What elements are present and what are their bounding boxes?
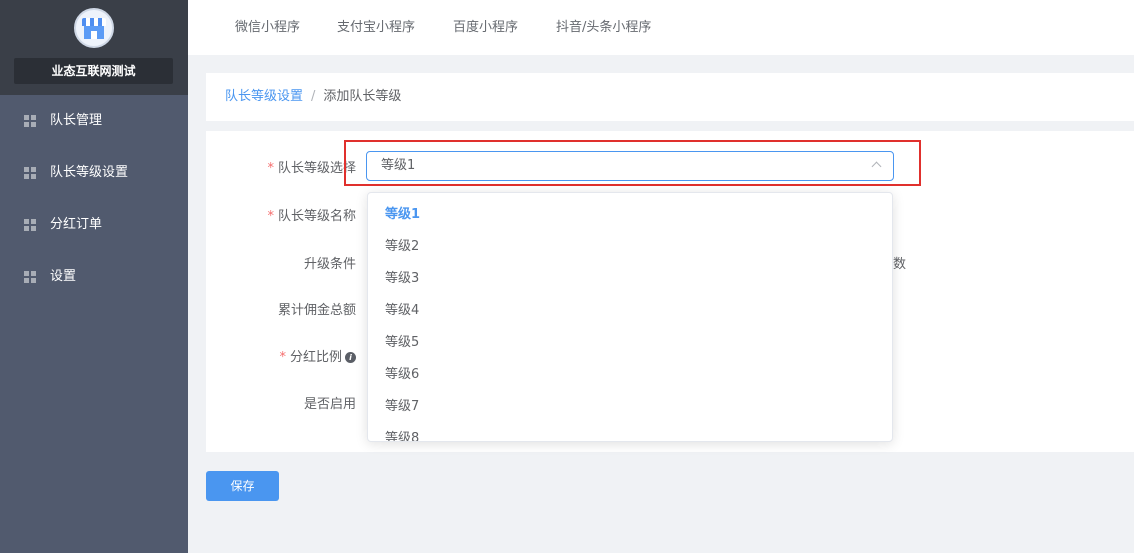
dropdown-option[interactable]: 等级5 xyxy=(368,327,892,359)
store-logo xyxy=(74,8,114,48)
grid-icon xyxy=(24,219,36,231)
tab-douyin-miniprogram[interactable]: 抖音/头条小程序 xyxy=(556,0,651,55)
save-button[interactable]: 保存 xyxy=(206,471,279,501)
total-commission-label: 累计佣金总额 xyxy=(277,303,356,318)
sidebar-item-captain-management[interactable]: 队长管理 xyxy=(0,95,188,147)
tab-baidu-miniprogram[interactable]: 百度小程序 xyxy=(453,0,518,55)
highlight-box xyxy=(344,140,921,186)
tab-alipay-miniprogram[interactable]: 支付宝小程序 xyxy=(337,0,415,55)
required-mark: * xyxy=(267,209,274,224)
sidebar-item-captain-level-settings[interactable]: 队长等级设置 xyxy=(0,147,188,199)
enabled-label: 是否启用 xyxy=(303,397,356,412)
dropdown-option[interactable]: 等级8 xyxy=(368,423,892,441)
level-name-label: * 队长等级名称 xyxy=(267,209,356,224)
sidebar-menu: 队长管理 队长等级设置 分红订单 设置 xyxy=(0,95,188,303)
sidebar-item-dividend-orders[interactable]: 分红订单 xyxy=(0,199,188,251)
dropdown-option[interactable]: 等级7 xyxy=(368,391,892,423)
level-dropdown: 等级1 等级2 等级3 等级4 等级5 等级6 等级7 等级8 xyxy=(367,192,893,442)
grid-icon xyxy=(24,271,36,283)
required-mark: * xyxy=(267,161,274,176)
grid-icon xyxy=(24,115,36,127)
grid-icon xyxy=(24,167,36,179)
top-nav: 微信小程序 支付宝小程序 百度小程序 抖音/头条小程序 xyxy=(188,0,1134,55)
sidebar-header: 业态互联网测试 xyxy=(0,0,188,95)
sidebar-item-label: 队长等级设置 xyxy=(50,165,129,180)
breadcrumb-parent-link[interactable]: 队长等级设置 xyxy=(225,89,303,104)
breadcrumb-separator: / xyxy=(311,89,316,104)
dropdown-option[interactable]: 等级3 xyxy=(368,263,892,295)
dropdown-option[interactable]: 等级2 xyxy=(368,231,892,263)
sidebar-item-label: 设置 xyxy=(50,269,77,284)
dividend-ratio-label: * 分红比例 i xyxy=(206,346,356,365)
info-icon[interactable]: i xyxy=(345,352,356,363)
breadcrumb: 队长等级设置 / 添加队长等级 xyxy=(206,73,1134,121)
dropdown-option-selected[interactable]: 等级1 xyxy=(368,199,892,231)
breadcrumb-current: 添加队长等级 xyxy=(323,89,402,104)
tab-wechat-miniprogram[interactable]: 微信小程序 xyxy=(235,0,300,55)
upgrade-condition-suffix: 数 xyxy=(893,257,907,272)
sidebar-item-settings[interactable]: 设置 xyxy=(0,251,188,303)
level-select-label: * 队长等级选择 xyxy=(267,161,356,176)
store-icon xyxy=(82,18,106,26)
sidebar-item-label: 队长管理 xyxy=(50,113,103,128)
sidebar: 业态互联网测试 队长管理 队长等级设置 分红订单 设置 xyxy=(0,0,188,553)
upgrade-condition-label: 升级条件 xyxy=(303,257,356,272)
dropdown-option[interactable]: 等级6 xyxy=(368,359,892,391)
required-mark: * xyxy=(279,350,286,365)
sidebar-item-label: 分红订单 xyxy=(50,217,103,232)
dropdown-option[interactable]: 等级4 xyxy=(368,295,892,327)
store-name: 业态互联网测试 xyxy=(14,58,173,84)
